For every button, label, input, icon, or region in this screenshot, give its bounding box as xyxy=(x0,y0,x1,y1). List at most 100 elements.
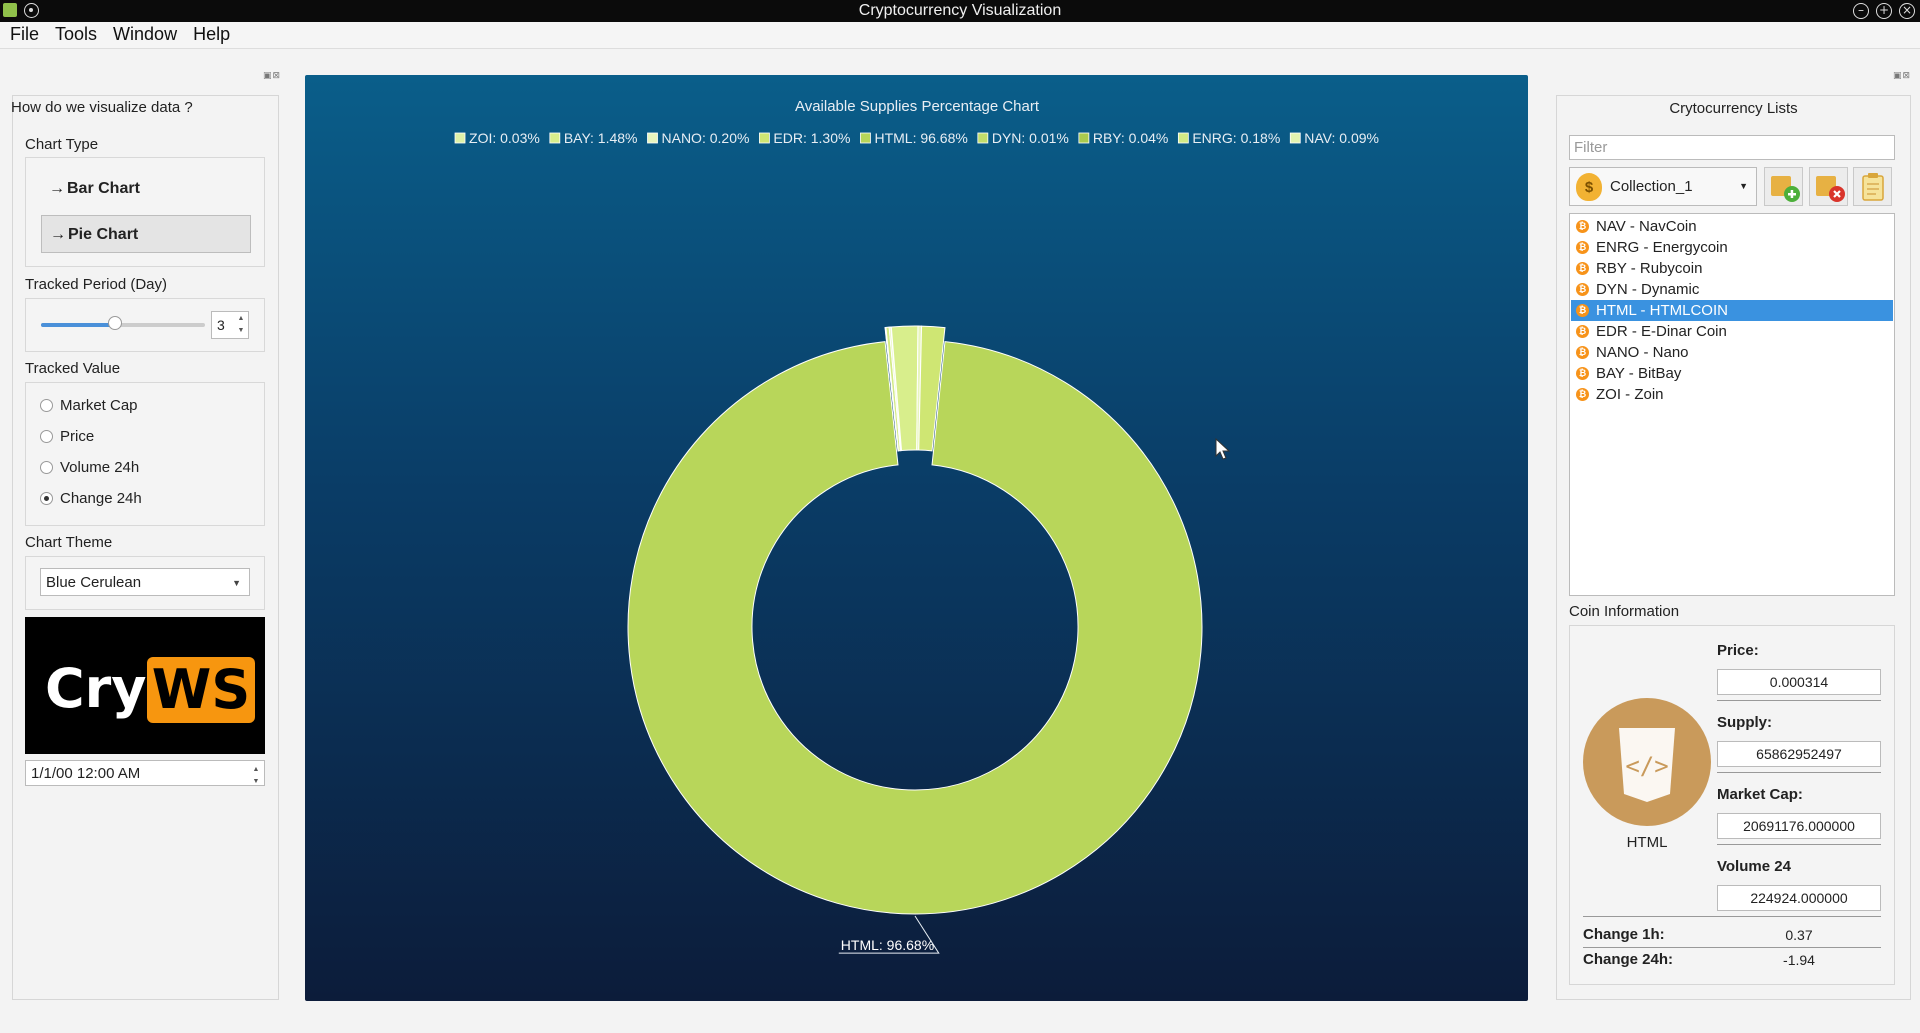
add-collection-button[interactable] xyxy=(1764,167,1803,206)
clipboard-icon xyxy=(1862,173,1884,201)
radio-checked-icon[interactable] xyxy=(40,492,53,505)
close-icon[interactable]: × xyxy=(1899,3,1915,19)
bar-chart-label: Bar Chart xyxy=(67,180,140,197)
slider-fill xyxy=(41,323,115,327)
coin-list-item-label: ZOI - Zoin xyxy=(1596,386,1664,403)
chart-title: Available Supplies Percentage Chart xyxy=(795,98,1040,115)
radio-label: Volume 24h xyxy=(60,459,140,476)
spin-arrows-icon[interactable]: ▲ ▼ xyxy=(235,313,247,337)
radio-circle-icon[interactable] xyxy=(40,461,53,474)
radio-circle-icon[interactable] xyxy=(40,399,53,412)
period-slider[interactable] xyxy=(41,323,205,327)
legend-label: HTML: 96.68% xyxy=(874,130,967,146)
period-value: 3 xyxy=(217,317,225,333)
bitcoin-icon: ₿ xyxy=(1576,262,1589,275)
bitcoin-icon: ₿ xyxy=(1576,283,1589,296)
radio-circle-icon[interactable] xyxy=(40,430,53,443)
change1h-label: Change 1h: xyxy=(1583,926,1665,943)
coin-list-item[interactable]: ₿ EDR - E-Dinar Coin xyxy=(1571,321,1893,342)
legend-label: BAY: 1.48% xyxy=(564,130,638,146)
collection-select[interactable]: $ Collection_1 ▼ xyxy=(1569,167,1757,206)
coin-list-item[interactable]: ₿ RBY - Rubycoin xyxy=(1571,258,1893,279)
coin-list-item[interactable]: ₿ ENRG - Energycoin xyxy=(1571,237,1893,258)
coin-list[interactable]: ₿ NAV - NavCoin ₿ ENRG - Energycoin ₿ RBY - R… xyxy=(1569,213,1895,596)
arrow-right-icon: → xyxy=(49,180,65,197)
bar-chart-button[interactable]: → Bar Chart xyxy=(41,170,251,208)
chart-theme-value: Blue Cerulean xyxy=(46,574,142,591)
tracked-period-group: 3 ▲ ▼ xyxy=(25,298,265,352)
left-dock-buttons[interactable]: ▣⊠ xyxy=(263,70,281,81)
left-panel-heading: How do we visualize data ? xyxy=(11,99,193,116)
svg-text:</>: </> xyxy=(1625,752,1668,780)
mouse-cursor-icon xyxy=(1215,438,1231,460)
chart-type-group: → Bar Chart → Pie Chart xyxy=(25,157,265,267)
radio-change-24h[interactable]: Change 24h xyxy=(40,490,142,507)
datetime-value: 1/1/00 12:00 AM xyxy=(31,765,141,782)
chevron-down-icon: ▼ xyxy=(232,578,241,588)
logo-text-left: Cry xyxy=(45,657,147,720)
legend-label: NAV: 0.09% xyxy=(1304,130,1379,146)
coin-info-label: Coin Information xyxy=(1569,603,1680,620)
bitcoin-icon: ₿ xyxy=(1576,304,1589,317)
supply-label: Supply: xyxy=(1717,714,1772,731)
coin-list-item[interactable]: ₿ NAV - NavCoin xyxy=(1571,216,1893,237)
tracked-period-label: Tracked Period (Day) xyxy=(25,276,167,293)
menu-bar: File Tools Window Help xyxy=(0,22,1920,49)
bitcoin-icon: ₿ xyxy=(1576,325,1589,338)
chart-slices xyxy=(627,325,1203,915)
coin-list-item[interactable]: ₿ HTML - HTMLCOIN xyxy=(1571,300,1893,321)
remove-collection-button[interactable] xyxy=(1809,167,1848,206)
coin-list-item-label: HTML - HTMLCOIN xyxy=(1596,302,1728,319)
coin-symbol: HTML xyxy=(1626,834,1668,851)
slider-handle[interactable] xyxy=(107,316,122,330)
menu-tools[interactable]: Tools xyxy=(45,22,103,45)
arrow-right-icon: → xyxy=(50,226,66,243)
coin-list-item-label: ENRG - Energycoin xyxy=(1596,239,1728,256)
menu-file[interactable]: File xyxy=(0,22,45,45)
legend-label: EDR: 1.30% xyxy=(773,130,850,146)
filter-input[interactable]: Filter xyxy=(1569,135,1895,160)
radio-label: Price xyxy=(60,428,95,445)
chart-slice-labels: HTML: 96.68% xyxy=(838,915,940,954)
coin-list-item[interactable]: ₿ BAY - BitBay xyxy=(1571,363,1893,384)
menu-help[interactable]: Help xyxy=(183,22,236,45)
period-spinbox[interactable]: 3 ▲ ▼ xyxy=(211,311,249,339)
htmlcoin-logo-icon: </> xyxy=(1583,698,1711,826)
coin-list-item[interactable]: ₿ DYN - Dynamic xyxy=(1571,279,1893,300)
change1h-value: 0.37 xyxy=(1785,927,1813,943)
divider xyxy=(1583,947,1881,948)
coin-list-item-label: RBY - Rubycoin xyxy=(1596,260,1703,277)
volume-field: 224924.000000 xyxy=(1717,885,1881,911)
coin-list-item-label: NANO - Nano xyxy=(1596,344,1689,361)
slice-label: HTML: 96.68% xyxy=(841,937,934,953)
bitcoin-icon: ₿ xyxy=(1576,346,1589,359)
radio-price[interactable]: Price xyxy=(40,428,94,445)
maximize-icon[interactable]: + xyxy=(1876,3,1892,19)
title-bar: Cryptocurrency Visualization – + × xyxy=(0,0,1920,22)
chart-view[interactable]: Available Supplies Percentage Chart ZOI:… xyxy=(305,75,1528,1001)
datetime-edit[interactable]: 1/1/00 12:00 AM ▲ ▼ xyxy=(25,760,265,786)
volume-label: Volume 24 xyxy=(1717,858,1791,875)
coin-list-item[interactable]: ₿ NANO - Nano xyxy=(1571,342,1893,363)
legend-label: DYN: 0.01% xyxy=(992,130,1069,146)
legend-swatch xyxy=(1289,132,1301,144)
right-dock-buttons[interactable]: ▣⊠ xyxy=(1893,70,1911,81)
minimize-icon[interactable]: – xyxy=(1853,3,1869,19)
spin-arrows-icon[interactable]: ▲ ▼ xyxy=(250,764,262,788)
coin-list-item[interactable]: ₿ ZOI - Zoin xyxy=(1571,384,1893,405)
pie-chart-button[interactable]: → Pie Chart xyxy=(41,215,251,253)
legend-swatch xyxy=(549,132,561,144)
legend-label: NANO: 0.20% xyxy=(662,130,750,146)
logo-text-right: WS xyxy=(147,657,255,723)
clipboard-button[interactable] xyxy=(1853,167,1892,206)
change24h-value: -1.94 xyxy=(1783,952,1815,968)
menu-window[interactable]: Window xyxy=(103,22,183,45)
radio-volume-24h[interactable]: Volume 24h xyxy=(40,459,139,476)
radio-market-cap[interactable]: Market Cap xyxy=(40,397,138,414)
chart-theme-select[interactable]: Blue Cerulean ▼ xyxy=(40,568,250,596)
right-panel-heading: Crytocurrency Lists xyxy=(1669,100,1798,117)
app-logo: Cry WS xyxy=(25,617,265,754)
marketcap-field: 20691176.000000 xyxy=(1717,813,1881,839)
chart-legend: ZOI: 0.03% BAY: 1.48% NANO: 0.20% EDR: 1.30… xyxy=(454,130,1379,146)
divider xyxy=(1717,844,1881,845)
